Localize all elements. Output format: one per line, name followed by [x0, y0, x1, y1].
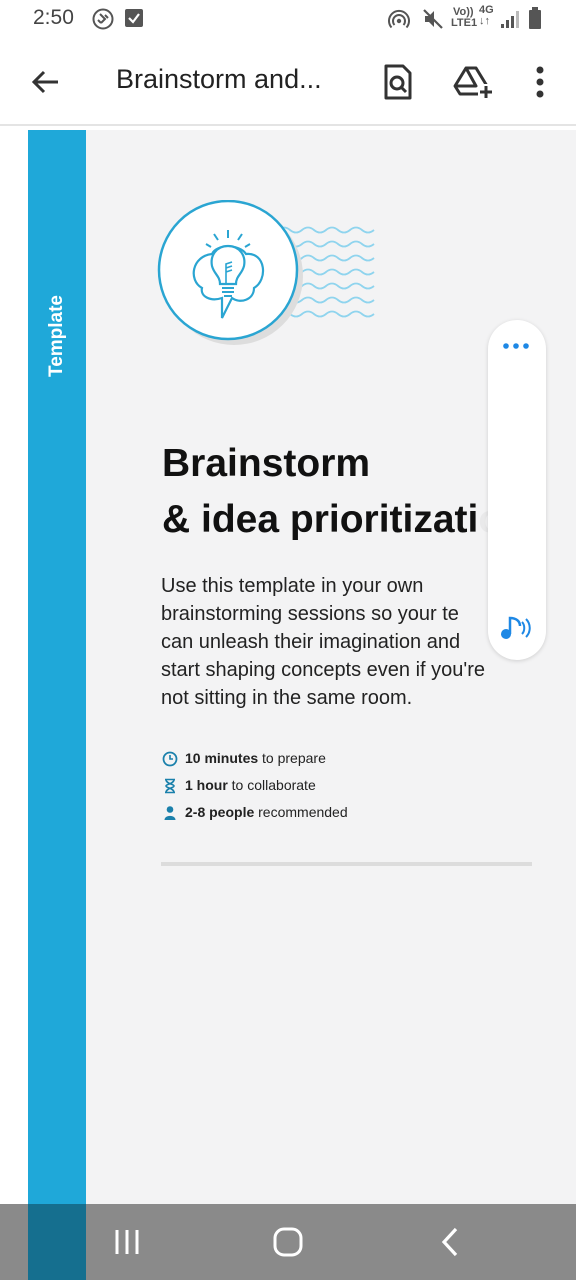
lightbulb-illustration	[157, 200, 375, 345]
more-vert-icon[interactable]	[520, 62, 560, 102]
data-arrows-icon: ↓↑	[479, 15, 490, 27]
template-side-band: Template	[28, 130, 86, 1280]
status-bar: 2:50 Vo)) LTE1 4G ↓↑	[0, 0, 576, 38]
heading-line-1: Brainstorm	[162, 442, 371, 485]
template-label: Template	[46, 294, 67, 378]
body-line: start shaping concepts even if you're	[161, 659, 486, 681]
mute-icon	[423, 9, 443, 29]
back-arrow-icon[interactable]	[28, 64, 64, 100]
check-box-icon	[125, 9, 143, 27]
network-type: 4G ↓↑	[479, 4, 494, 27]
body-line: Use this template in your own	[161, 575, 424, 597]
add-to-drive-icon[interactable]	[452, 62, 496, 102]
signal-icon	[501, 11, 519, 28]
document-body: Use this template in your own brainstorm…	[161, 572, 541, 712]
document-title: Brainstorm and...	[116, 64, 322, 94]
template-side-band-shadow	[28, 1204, 86, 1280]
person-icon	[164, 806, 176, 820]
search-doc-icon[interactable]	[378, 62, 418, 102]
recent-apps-icon[interactable]	[112, 1228, 142, 1256]
clock-icon	[162, 751, 178, 767]
back-icon[interactable]	[436, 1226, 464, 1258]
hourglass-icon	[165, 778, 175, 794]
body-line: not sitting in the same room.	[161, 687, 413, 709]
app-bar: Brainstorm and...	[0, 38, 576, 126]
system-nav-bar	[0, 1204, 576, 1280]
section-divider	[161, 862, 532, 866]
lte-label: LTE1	[451, 17, 478, 29]
read-aloud-icon[interactable]	[498, 612, 534, 644]
document-heading: Brainstorm & idea prioritization	[162, 436, 526, 548]
shazam-icon	[92, 8, 114, 30]
body-line: can unleash their imagination and	[161, 631, 461, 653]
hotspot-icon	[388, 9, 410, 29]
home-icon[interactable]	[272, 1226, 304, 1258]
status-time: 2:50	[33, 6, 74, 29]
battery-icon	[529, 7, 541, 29]
body-line: brainstorming sessions so your te	[161, 603, 459, 625]
read-aloud-panel[interactable]	[488, 320, 546, 660]
more-horiz-icon[interactable]	[500, 338, 534, 354]
heading-line-2: & idea prioritization	[162, 498, 526, 541]
